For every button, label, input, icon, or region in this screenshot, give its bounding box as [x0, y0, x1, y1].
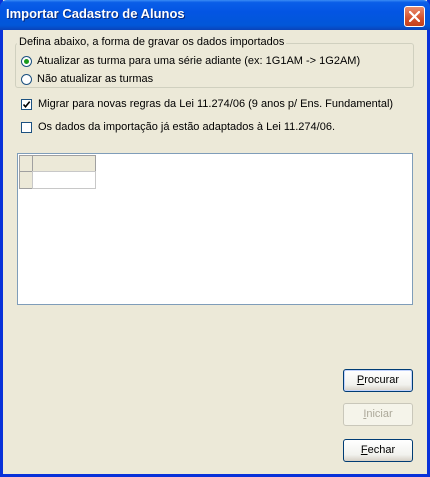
grid-corner-header	[19, 155, 33, 172]
radio-advance-label[interactable]: Atualizar as turma para uma série adiant…	[37, 55, 360, 67]
grid-row-header[interactable]	[19, 171, 33, 189]
window-title: Importar Cadastro de Alunos	[6, 6, 185, 21]
start-button[interactable]: Iniciar	[343, 403, 413, 426]
migrate-checkbox-row[interactable]: Migrar para novas regras da Lei 11.274/0…	[21, 98, 393, 110]
adapted-checkbox-row[interactable]: Os dados da importação já estão adaptado…	[21, 121, 335, 133]
radio-advance-button[interactable]	[21, 55, 32, 67]
close-icon	[409, 11, 420, 22]
radio-no-update-button[interactable]	[21, 73, 32, 85]
grid-cell[interactable]	[32, 171, 96, 189]
adapted-checkbox[interactable]	[21, 121, 32, 133]
close-button[interactable]: Fechar	[343, 439, 413, 462]
data-grid[interactable]	[17, 153, 413, 305]
title-bar[interactable]: Importar Cadastro de Alunos	[0, 0, 430, 30]
options-group-legend: Defina abaixo, a forma de gravar os dado…	[17, 36, 287, 48]
close-window-button[interactable]	[404, 6, 425, 27]
radio-no-update-label[interactable]: Não atualizar as turmas	[37, 73, 153, 85]
radio-advance-option[interactable]: Atualizar as turma para uma série adiant…	[21, 55, 360, 67]
migrate-checkbox-label[interactable]: Migrar para novas regras da Lei 11.274/0…	[38, 98, 393, 110]
radio-no-update-option[interactable]: Não atualizar as turmas	[21, 73, 153, 85]
checkmark-icon	[22, 100, 31, 108]
search-button[interactable]: Procurar	[343, 369, 413, 392]
grid-column-header[interactable]	[32, 155, 96, 172]
migrate-checkbox[interactable]	[21, 98, 32, 110]
adapted-checkbox-label[interactable]: Os dados da importação já estão adaptado…	[38, 121, 335, 133]
